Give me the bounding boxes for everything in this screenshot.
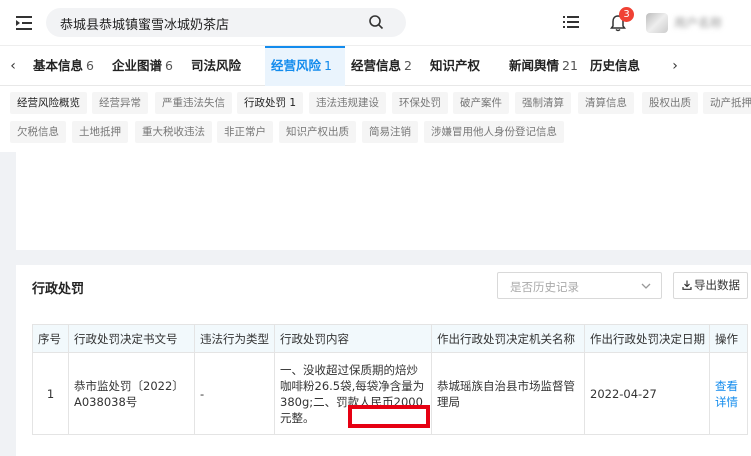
- cell-doc-no: 恭市监处罚〔2022〕A038038号: [68, 352, 195, 435]
- tab-judicial-risk[interactable]: 司法风险: [191, 46, 241, 86]
- tab-count: 6: [165, 58, 173, 73]
- tag-land-mortgage[interactable]: 土地抵押: [72, 121, 128, 143]
- tag-forced-liquidation[interactable]: 强制清算: [515, 92, 571, 114]
- cell-violation-type: -: [194, 352, 275, 435]
- tab-news[interactable]: 新闻舆情 21: [509, 46, 578, 86]
- tag-serious-violation[interactable]: 严重违法失信: [155, 92, 232, 114]
- export-data-button[interactable]: 导出数据: [673, 272, 748, 299]
- tag-abnormal[interactable]: 经营异常: [92, 92, 148, 114]
- tag-abnormal-household[interactable]: 非正常户: [217, 121, 273, 143]
- penalty-table: 序号 行政处罚决定书文号 违法行为类型 行政处罚内容 作出行政处罚决定机关名称 …: [32, 324, 748, 435]
- main-tabs: ‹ 基本信息 6 企业图谱 6 司法风险 经营风险 1 经营信息 2 知识产权 新闻舆情…: [0, 46, 751, 86]
- table-row: 1 恭市监处罚〔2022〕A038038号 - 一、没收超过保质期的焙炒咖啡粉2…: [32, 352, 748, 435]
- overview-panel: [16, 152, 751, 250]
- download-icon: [682, 280, 692, 290]
- tag-admin-penalty[interactable]: 行政处罚 1: [237, 92, 304, 114]
- tab-count: 2: [404, 58, 412, 73]
- tag-major-tax-violation[interactable]: 重大税收违法: [135, 121, 212, 143]
- cell-date: 2022-04-27: [584, 352, 710, 435]
- cell-authority: 恭城瑶族自治县市场监督管理局: [431, 352, 585, 435]
- cell-content-container: 一、没收超过保质期的焙炒咖啡粉26.5袋,每袋净含量为380g;二、罚款人民币2…: [274, 352, 432, 435]
- username[interactable]: 用户名称: [674, 14, 722, 31]
- chevron-down-icon: [641, 283, 651, 289]
- header-content: 行政处罚内容: [274, 324, 432, 353]
- history-select-placeholder: 是否历史记录: [510, 280, 579, 294]
- tab-label: 经营风险: [271, 58, 322, 73]
- risk-subcategories: 经营风险概览 经营异常 严重违法失信 行政处罚 1 违法违规建设 环保处罚 破产…: [0, 86, 751, 152]
- header-violation-type: 违法行为类型: [194, 324, 275, 353]
- tab-enterprise-graph[interactable]: 企业图谱 6: [112, 46, 173, 86]
- tag-ip-pledge[interactable]: 知识产权出质: [279, 121, 356, 143]
- tag-identity-fraud[interactable]: 涉嫌冒用他人身份登记信息: [424, 121, 564, 143]
- tabs-next-icon[interactable]: ›: [668, 58, 682, 74]
- tag-illegal-construction[interactable]: 违法违规建设: [309, 92, 386, 114]
- avatar[interactable]: [646, 13, 668, 33]
- header-action: 操作: [709, 324, 748, 353]
- export-label: 导出数据: [694, 278, 740, 292]
- tab-business-risk[interactable]: 经营风险 1: [265, 46, 345, 86]
- cell-index: 1: [32, 352, 69, 435]
- section-title: 行政处罚: [32, 282, 85, 297]
- tab-label: 企业图谱: [112, 58, 163, 73]
- tag-liquidation[interactable]: 清算信息: [578, 92, 634, 114]
- tag-simple-deregistration[interactable]: 简易注销: [362, 121, 418, 143]
- tab-count: 21: [562, 58, 578, 73]
- table-header-row: 序号 行政处罚决定书文号 违法行为类型 行政处罚内容 作出行政处罚决定机关名称 …: [32, 324, 748, 353]
- tag-risk-overview[interactable]: 经营风险概览: [10, 92, 87, 114]
- history-record-select[interactable]: 是否历史记录: [497, 272, 662, 299]
- tab-count: 1: [324, 58, 332, 73]
- tab-label: 司法风险: [191, 58, 242, 73]
- tab-basic-info[interactable]: 基本信息 6: [33, 46, 94, 86]
- tab-label: 经营信息: [351, 58, 402, 73]
- tab-business-info[interactable]: 经营信息 2: [351, 46, 412, 86]
- admin-penalty-section: 行政处罚 是否历史记录 导出数据 序号 行政处罚决定书文号 违法行为类型 行政处…: [16, 265, 751, 456]
- tab-label: 知识产权: [430, 58, 481, 73]
- tab-count: 6: [86, 58, 94, 73]
- top-bar: 恭城县恭城镇蜜雪冰城奶茶店 3 用户名称: [0, 0, 751, 46]
- highlight-box: [348, 405, 430, 428]
- search-icon[interactable]: [368, 14, 384, 30]
- tag-chattel-mortgage[interactable]: 动产抵押: [703, 92, 751, 114]
- header-date: 作出行政处罚决定日期: [584, 324, 710, 353]
- header-index: 序号: [32, 324, 69, 353]
- menu-collapse-icon[interactable]: [14, 13, 34, 33]
- tab-label: 新闻舆情: [509, 58, 560, 73]
- tag-env-penalty[interactable]: 环保处罚: [392, 92, 448, 114]
- header-doc-no: 行政处罚决定书文号: [68, 324, 195, 353]
- tab-history[interactable]: 历史信息: [590, 46, 640, 86]
- header-authority: 作出行政处罚决定机关名称: [431, 324, 585, 353]
- cell-action-container: 查看详情: [709, 352, 748, 435]
- tag-tax-arrears[interactable]: 欠税信息: [10, 121, 66, 143]
- tab-ip[interactable]: 知识产权: [430, 46, 480, 86]
- search-input[interactable]: 恭城县恭城镇蜜雪冰城奶茶店: [46, 8, 406, 37]
- list-icon[interactable]: [563, 15, 579, 29]
- tag-equity-pledge[interactable]: 股权出质: [642, 92, 698, 114]
- tab-label: 历史信息: [590, 58, 641, 73]
- tabs-prev-icon[interactable]: ‹: [6, 58, 20, 74]
- notification-badge: 3: [619, 7, 634, 22]
- tag-bankruptcy[interactable]: 破产案件: [453, 92, 509, 114]
- tab-label: 基本信息: [33, 58, 84, 73]
- view-details-link[interactable]: 查看详情: [715, 378, 742, 410]
- search-input-value: 恭城县恭城镇蜜雪冰城奶茶店: [60, 18, 230, 33]
